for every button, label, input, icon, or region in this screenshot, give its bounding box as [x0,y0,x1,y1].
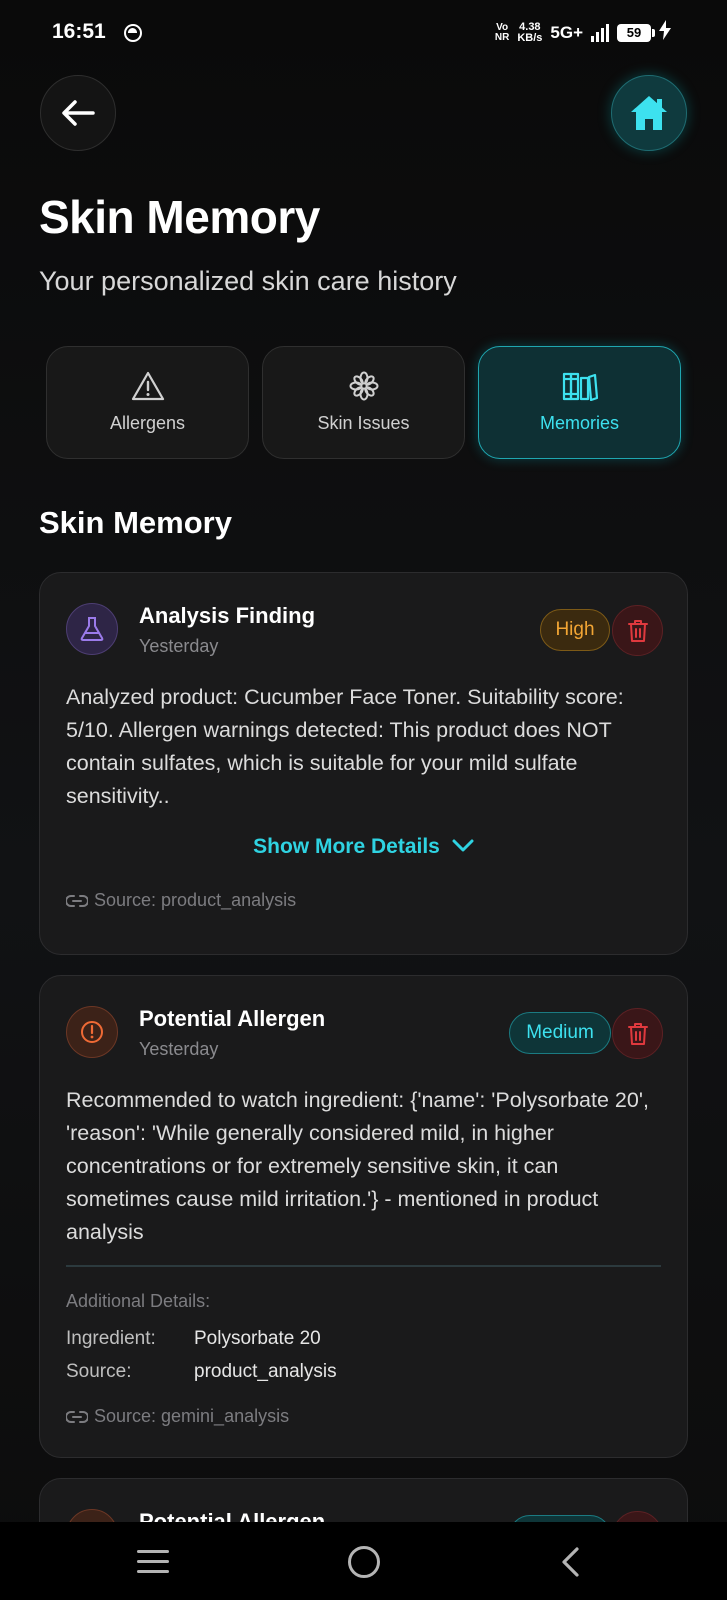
detail-value-source: product_analysis [194,1361,337,1382]
source-label: Source: product_analysis [94,890,297,910]
card-title: Potential Allergen [139,1006,326,1031]
system-nav-bar [0,1522,727,1600]
back-button[interactable] [40,75,116,151]
recents-button[interactable] [137,1550,169,1574]
chevron-left-icon [562,1547,579,1577]
detail-key-source: Source: [66,1361,132,1382]
card-body: Analyzed product: Cucumber Face Toner. S… [66,685,624,808]
flask-icon [66,603,118,655]
tab-label: Memories [539,413,619,433]
signal-icon [591,23,609,42]
card-source: Source: gemini_analysis [66,1406,289,1427]
source-label: Source: gemini_analysis [94,1406,290,1426]
tab-label: Skin Issues [317,413,410,433]
notification-face-icon [124,24,142,42]
home-button[interactable] [611,75,687,151]
trash-icon [627,619,648,642]
tab-label: Allergens [109,413,186,433]
volte-vo: Vo [496,21,509,33]
trash-icon [627,1022,648,1045]
network-speed: 4.38 KB/s [517,20,543,44]
volte-nr: NR [494,31,510,43]
tab-skin-issues[interactable]: Skin Issues [262,346,465,459]
memory-card[interactable]: Potential Allergen Yesterday Medium Reco… [39,975,688,1458]
card-date: Yesterday [139,636,219,656]
speed-unit: KB/s [517,31,543,44]
card-date: Yesterday [139,1039,219,1059]
link-icon [66,1410,88,1423]
priority-badge: High [540,609,610,651]
home-nav-button[interactable] [348,1546,380,1578]
charging-icon [659,20,671,45]
details-label: Additional Details: [66,1291,211,1311]
delete-button[interactable] [612,1008,663,1059]
alert-circle-icon [66,1006,118,1058]
network-type: 5G+ [550,22,583,42]
tab-bar: Allergens Skin Issues Memories [46,346,681,459]
books-icon [562,372,598,401]
volte-indicator: Vo NR [494,21,510,43]
arrow-left-icon [62,100,95,126]
show-more-label: Show More Details [253,835,440,858]
tab-memories[interactable]: Memories [478,346,681,459]
status-right: Vo NR 4.38 KB/s 5G+ 59 [495,20,671,45]
page-subtitle: Your personalized skin care history [39,266,457,296]
tab-allergens[interactable]: Allergens [46,346,249,459]
card-title: Analysis Finding [139,603,316,628]
memory-card[interactable]: Analysis Finding Yesterday High Analyzed… [39,572,688,955]
back-nav-button[interactable] [560,1546,580,1583]
delete-button[interactable] [612,605,663,656]
link-icon [66,894,88,907]
chevron-down-icon [452,835,474,859]
status-bar: 16:51 Vo NR 4.38 KB/s 5G+ 59 [0,0,727,68]
speed-value: 4.38 [519,20,541,33]
section-title: Skin Memory [39,505,232,540]
battery-icon: 59 [617,23,655,42]
warning-triangle-icon [131,371,164,401]
card-divider [66,1265,661,1267]
card-source: Source: product_analysis [66,890,296,911]
home-icon [631,96,667,130]
status-time: 16:51 [52,20,106,43]
asterisk-flower-icon [349,371,378,401]
detail-key-ingredient: Ingredient: [66,1328,156,1349]
detail-value-ingredient: Polysorbate 20 [194,1328,321,1349]
page-title: Skin Memory [39,191,320,243]
priority-badge: Medium [509,1012,611,1054]
show-more-button[interactable]: Show More Details [40,835,687,859]
card-body: Recommended to watch ingredient: {'name'… [66,1088,649,1244]
